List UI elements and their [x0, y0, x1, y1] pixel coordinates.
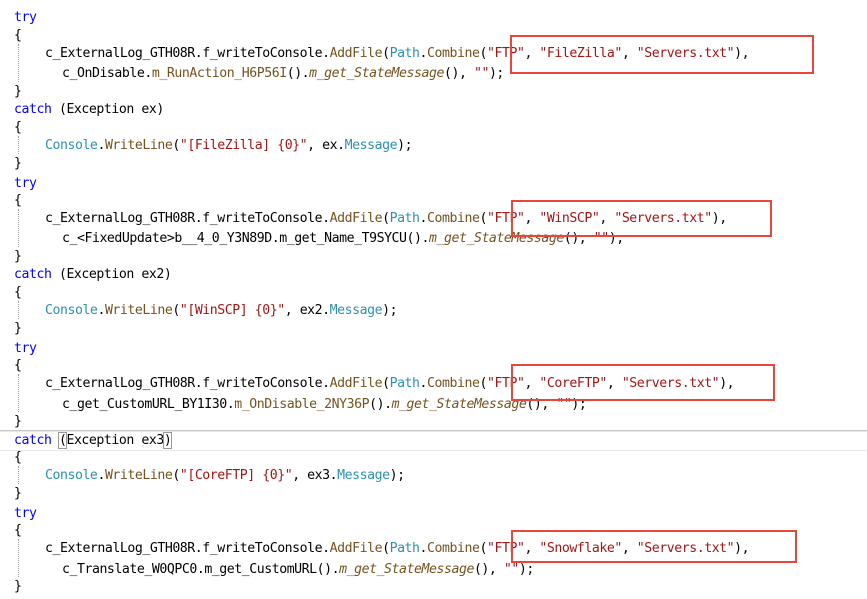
code-line-close-brace: }	[14, 579, 22, 594]
indent-guide	[18, 539, 19, 577]
code-line-catch-1: catch (Exception ex)	[14, 102, 164, 117]
code-line-catch-2: catch (Exception ex2)	[14, 267, 172, 282]
keyword-try: try	[14, 10, 37, 25]
highlight-box-winscp	[511, 200, 772, 237]
indent-guide	[18, 301, 19, 319]
method-addfile: AddFile	[329, 46, 383, 61]
code-line-console-3: Console.WriteLine("[CoreFTP] {0}", ex3.M…	[45, 468, 405, 483]
code-line-open-brace: {	[14, 450, 22, 465]
indent-guide	[18, 136, 19, 154]
indent-guide	[18, 44, 19, 82]
code-line-close-brace: }	[14, 414, 22, 429]
indent-guide	[18, 209, 19, 247]
highlight-box-coreftp	[511, 364, 775, 401]
code-editor[interactable]: try { c_ExternalLog_GTH08R.f_writeToCons…	[0, 0, 867, 599]
code-line-try-1: try	[0, 8, 867, 28]
code-line-open-brace: {	[14, 120, 22, 135]
highlight-box-snowflake	[511, 530, 797, 563]
code-line-close-brace: }	[14, 321, 22, 336]
highlight-box-filezilla	[510, 35, 814, 74]
indent-guide	[18, 374, 19, 412]
code-line-close-brace: }	[14, 84, 22, 99]
code-line-close-brace: }	[14, 156, 22, 171]
code-line-close-brace: }	[14, 486, 22, 501]
indent-guide	[18, 466, 19, 484]
code-line-open-brace: {	[14, 285, 22, 300]
code-line-console-2: Console.WriteLine("[WinSCP] {0}", ex2.Me…	[45, 303, 398, 318]
code-line-console-1: Console.WriteLine("[FileZilla] {0}", ex.…	[45, 138, 413, 153]
code-line-close-brace: }	[14, 249, 22, 264]
